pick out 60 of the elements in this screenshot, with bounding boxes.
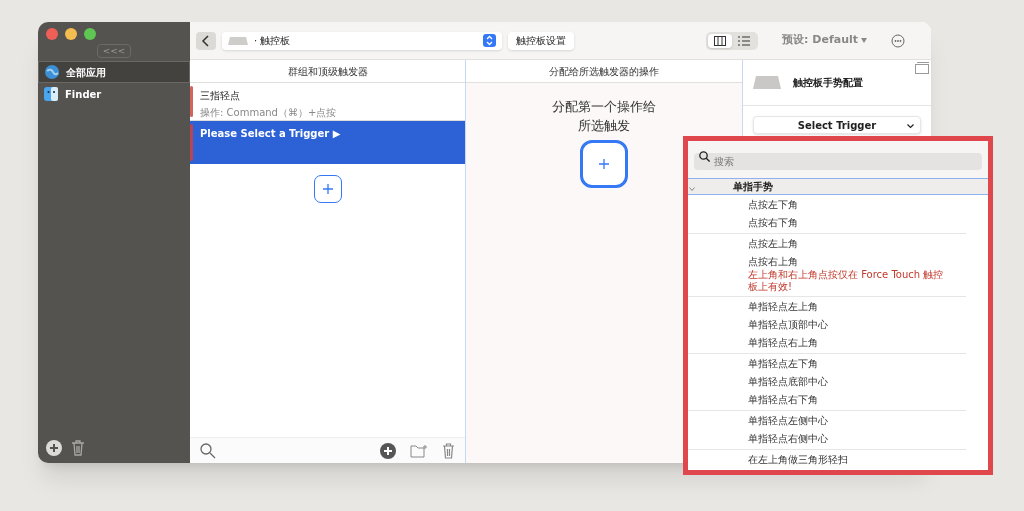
add-icon[interactable] — [46, 440, 62, 456]
add-icon[interactable] — [380, 442, 396, 459]
trigger-row[interactable]: 三指轻点 操作: Command（⌘）+点按 — [190, 83, 465, 121]
trigger-row[interactable]: Please Select a Trigger ▶ — [190, 121, 465, 164]
trash-icon[interactable] — [442, 442, 455, 459]
empty-state-text: 分配第一个操作给所选触发 — [551, 98, 657, 135]
window-control-icon[interactable] — [65, 28, 77, 40]
gesture-option[interactable]: 单指轻点右侧中心 — [748, 432, 964, 446]
gesture-option[interactable]: 单指轻点右下角 — [748, 393, 964, 407]
chevron-down-icon — [689, 186, 695, 192]
plus-icon — [599, 159, 609, 169]
group-title: 单指手势 — [733, 180, 773, 194]
gesture-option[interactable]: 单指轻点左下角 — [748, 357, 964, 371]
gesture-option[interactable]: 点按左下角 — [748, 198, 964, 212]
device-dropdown[interactable]: · 触控板 — [222, 31, 502, 50]
search-icon — [699, 151, 710, 162]
add-trigger-button[interactable] — [313, 175, 342, 203]
search-icon[interactable] — [200, 442, 216, 459]
trash-icon[interactable] — [71, 440, 85, 456]
finder-face-icon — [44, 87, 58, 101]
gesture-option[interactable]: 单指轻点左上角 — [748, 300, 964, 314]
gesture-option[interactable]: 点按右下角 — [748, 216, 964, 230]
gesture-option[interactable]: 点按右上角 — [748, 255, 964, 269]
gesture-option[interactable]: 单指轻点顶部中心 — [748, 318, 964, 332]
gesture-option[interactable]: 点按左上角 — [748, 237, 964, 251]
caret-icon[interactable] — [861, 38, 867, 43]
device-name: · 触控板 — [254, 34, 292, 48]
trigger-select[interactable]: Select Trigger — [753, 116, 921, 134]
gesture-option[interactable]: 单指轻点底部中心 — [748, 375, 964, 389]
add-action-button[interactable] — [580, 140, 628, 188]
settings-button[interactable]: 触控板设置 — [508, 31, 574, 50]
group-header[interactable]: 单指手势 — [688, 178, 988, 195]
sidebar-item[interactable]: 全部应用 — [38, 61, 190, 83]
app-name: Finder — [65, 87, 102, 102]
stepper-icon — [483, 34, 496, 47]
trigger-subtitle: 操作: Command（⌘）+点按 — [200, 106, 338, 120]
plus-icon — [322, 184, 333, 194]
gesture-option[interactable]: 单指轻点左侧中心 — [748, 414, 964, 428]
app-name: 全部应用 — [66, 65, 106, 80]
back-icon[interactable] — [196, 31, 216, 50]
column-header: 分配给所选触发器的操作 — [466, 60, 742, 83]
globe-icon — [45, 65, 59, 79]
trackpad-icon — [228, 36, 248, 45]
folder-add-icon[interactable] — [410, 443, 428, 458]
trigger-title: Please Select a Trigger ▶ — [200, 127, 342, 141]
more-icon[interactable] — [891, 33, 905, 48]
window-icon[interactable] — [915, 62, 929, 74]
view-segmented-control[interactable] — [706, 31, 759, 50]
trigger-title: 三指轻点 — [200, 89, 241, 103]
window-control-icon[interactable] — [84, 28, 96, 40]
sidebar-item[interactable]: Finder — [38, 83, 190, 105]
gesture-option[interactable]: 在左上角做三角形轻扫 — [748, 453, 964, 467]
warning-note: 左上角和右上角点按仅在 Force Touch 触控板上有效! — [748, 269, 945, 293]
trackpad-icon — [753, 76, 781, 89]
chevron-icon — [907, 124, 914, 129]
panel-title: 触控板手势配置 — [793, 76, 863, 90]
search-field[interactable]: 搜索 — [694, 153, 982, 170]
columns-view-button[interactable] — [708, 33, 733, 48]
gesture-option[interactable]: 单指轻点右上角 — [748, 336, 964, 350]
window-control-icon[interactable] — [46, 28, 58, 40]
